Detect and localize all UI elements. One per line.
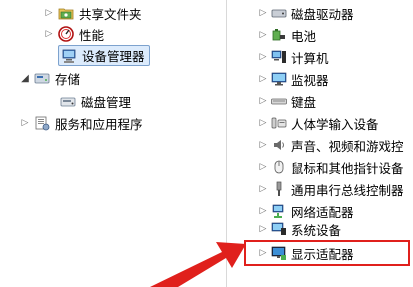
device-category-monitors[interactable]: ▷ 监视器 [258, 68, 329, 90]
disk-management-icon [60, 93, 76, 109]
device-category-label: 键盘 [291, 94, 317, 110]
battery-icon [271, 27, 287, 43]
tree-item-disk-management[interactable]: 磁盘管理 [60, 91, 131, 111]
tree-item-label: 性能 [79, 27, 105, 43]
usb-icon [271, 181, 287, 197]
device-category-label: 通用串行总线控制器 [291, 182, 404, 198]
hid-icon [271, 115, 287, 131]
expand-arrow-icon[interactable]: ▷ [258, 96, 268, 106]
performance-icon [58, 26, 74, 42]
disk-drive-icon [271, 5, 287, 21]
expand-arrow-icon[interactable]: ▷ [258, 118, 268, 128]
device-category-computer[interactable]: ▷ 计算机 [258, 46, 329, 68]
device-manager-screen: ▷ 共享文件夹 ▷ 性能 设备管理器 ◢ 存储 磁盘管理 ▷ 服务和应用程序 ▷… [0, 0, 413, 287]
device-category-label: 监视器 [291, 72, 329, 88]
device-category-keyboards[interactable]: ▷ 键盘 [258, 90, 316, 112]
device-category-label: 鼠标和其他指针设备 [291, 160, 404, 176]
expand-arrow-icon[interactable]: ▷ [258, 184, 268, 194]
device-category-label: 计算机 [291, 50, 329, 66]
computer-icon [271, 49, 287, 65]
services-apps-icon [34, 115, 50, 131]
tree-item-label: 设备管理器 [82, 49, 145, 64]
mouse-icon [271, 159, 287, 175]
expand-arrow-icon[interactable]: ▷ [258, 74, 268, 84]
expand-arrow-icon[interactable]: ▷ [44, 29, 54, 39]
expand-arrow-icon[interactable]: ▷ [258, 8, 268, 18]
expand-arrow-icon[interactable]: ▷ [258, 140, 268, 150]
tree-item-label: 服务和应用程序 [55, 116, 143, 132]
expand-arrow-icon[interactable]: ▷ [258, 162, 268, 172]
device-category-sound[interactable]: ▷ 声音、视频和游戏控 [258, 134, 404, 156]
network-adapter-icon [271, 203, 287, 219]
monitor-icon [271, 71, 287, 87]
device-category-label: 人体学输入设备 [291, 116, 379, 132]
tree-item-shared-folders[interactable]: ▷ 共享文件夹 [44, 3, 142, 23]
expand-arrow-icon[interactable]: ▷ [258, 206, 268, 216]
device-category-system-devices[interactable]: ▷ 系统设备 [258, 218, 341, 240]
tree-item-performance[interactable]: ▷ 性能 [44, 24, 104, 44]
device-category-disk-drives[interactable]: ▷ 磁盘驱动器 [258, 2, 354, 24]
tree-item-storage[interactable]: ◢ 存储 [20, 68, 80, 88]
system-devices-icon [271, 221, 287, 237]
sound-icon [271, 137, 287, 153]
device-category-battery[interactable]: ▷ 电池 [258, 24, 316, 46]
tree-item-services-and-applications[interactable]: ▷ 服务和应用程序 [20, 113, 143, 133]
expand-arrow-icon[interactable]: ▷ [20, 118, 30, 128]
device-category-usb-controllers[interactable]: ▷ 通用串行总线控制器 [258, 178, 404, 200]
expand-arrow-icon[interactable]: ▷ [44, 8, 54, 18]
device-category-label: 声音、视频和游戏控 [291, 138, 404, 154]
storage-icon [34, 70, 50, 86]
tree-item-label: 存储 [55, 71, 81, 87]
device-category-label: 电池 [291, 28, 317, 44]
expand-arrow-icon[interactable]: ▷ [258, 224, 268, 234]
tree-item-device-manager[interactable]: 设备管理器 [58, 45, 150, 66]
device-category-mice[interactable]: ▷ 鼠标和其他指针设备 [258, 156, 404, 178]
keyboard-icon [271, 93, 287, 109]
panel-divider[interactable] [226, 0, 227, 287]
navigation-tree: ▷ 共享文件夹 ▷ 性能 设备管理器 ◢ 存储 磁盘管理 ▷ 服务和应用程序 [0, 0, 225, 287]
device-category-label: 磁盘驱动器 [291, 6, 354, 22]
expand-arrow-icon[interactable]: ▷ [258, 30, 268, 40]
device-category-hid[interactable]: ▷ 人体学输入设备 [258, 112, 379, 134]
collapse-arrow-icon[interactable]: ◢ [20, 73, 30, 84]
highlight-box [244, 240, 410, 266]
expand-arrow-icon[interactable]: ▷ [258, 52, 268, 62]
device-manager-icon [61, 48, 77, 64]
shared-folder-icon [58, 5, 74, 21]
tree-item-label: 磁盘管理 [81, 94, 132, 110]
tree-item-label: 共享文件夹 [79, 6, 142, 22]
device-category-label: 系统设备 [291, 222, 342, 238]
